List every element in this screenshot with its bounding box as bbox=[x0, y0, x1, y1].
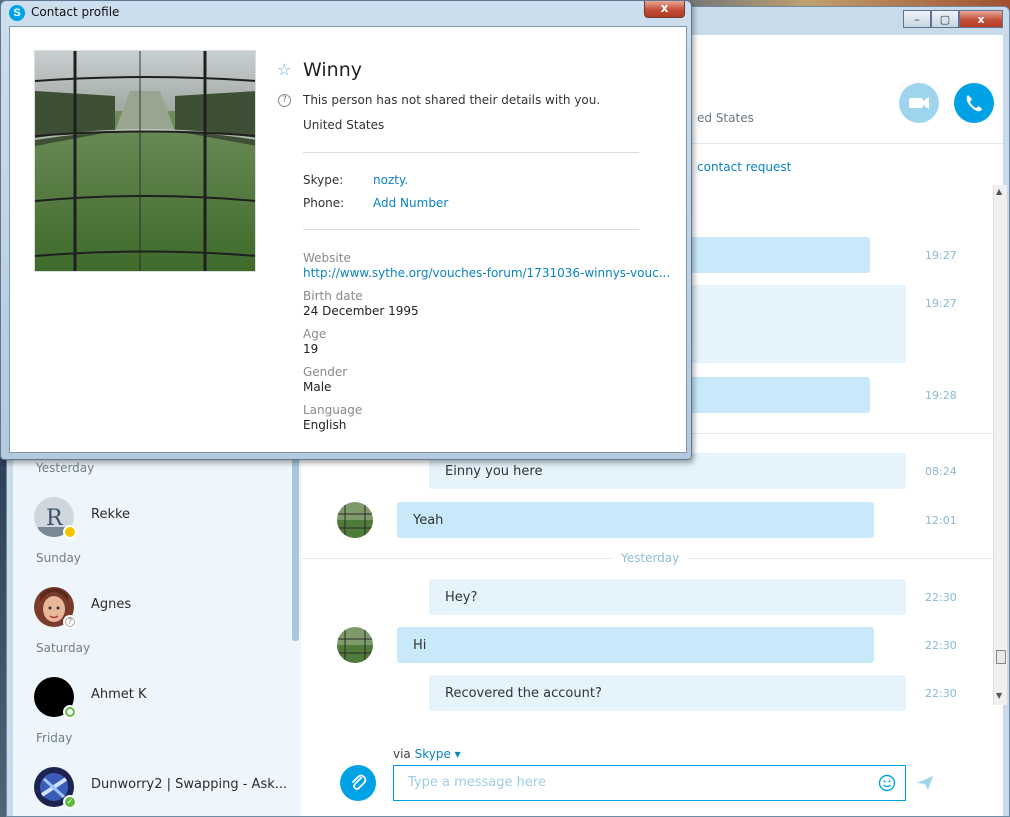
help-circle-icon: ? bbox=[278, 94, 291, 107]
maximize-button[interactable]: ▢ bbox=[931, 10, 959, 28]
attach-file-button[interactable] bbox=[340, 765, 376, 801]
message-input[interactable] bbox=[408, 775, 848, 790]
phone-label: Phone: bbox=[303, 196, 345, 210]
website-link[interactable]: http://www.sythe.org/vouches-forum/17310… bbox=[303, 266, 670, 280]
window-controls: – ▢ x bbox=[903, 10, 1003, 28]
age-label: Age bbox=[303, 327, 327, 341]
window-title: Contact profile bbox=[31, 5, 120, 19]
status-away-icon bbox=[63, 525, 77, 539]
message-bubble: Hey? bbox=[429, 579, 906, 615]
contact-name: Dunworry2 | Swapping - Ask... bbox=[91, 777, 288, 792]
section-label-saturday: Saturday bbox=[36, 641, 91, 655]
message-bubble: Yeah bbox=[397, 502, 874, 538]
message-input-box[interactable] bbox=[393, 765, 906, 801]
contact-request-link[interactable]: contact request bbox=[697, 160, 791, 174]
emoji-icon[interactable] bbox=[878, 774, 896, 792]
send-icon[interactable] bbox=[915, 773, 935, 793]
scroll-thumb[interactable] bbox=[996, 650, 1006, 664]
profile-photo[interactable] bbox=[34, 50, 256, 272]
minimize-button[interactable]: – bbox=[903, 10, 931, 28]
sender-avatar bbox=[337, 502, 373, 538]
contact-item-dunworry2[interactable]: ✓ Dunworry2 | Swapping - Ask... bbox=[13, 763, 291, 809]
message-time: 22:30 bbox=[925, 639, 957, 652]
contact-name: Rekke bbox=[91, 507, 131, 522]
status-unknown-icon: ? bbox=[63, 615, 77, 629]
birth-date-value: 24 December 1995 bbox=[303, 304, 419, 318]
contact-item-rekke[interactable]: R Rekke bbox=[13, 493, 291, 539]
contact-name: Ahmet K bbox=[91, 687, 147, 702]
website-label: Website bbox=[303, 251, 351, 265]
skype-icon: S bbox=[9, 5, 25, 21]
language-label: Language bbox=[303, 403, 363, 417]
paperclip-icon bbox=[352, 774, 367, 790]
section-label-yesterday: Yesterday bbox=[36, 461, 95, 475]
header-location: ed States bbox=[697, 111, 754, 125]
contact-item-agnes[interactable]: ? Agnes bbox=[13, 583, 291, 629]
day-separator-label: Yesterday bbox=[613, 551, 688, 565]
skype-label: Skype: bbox=[303, 173, 344, 187]
message-time: 12:01 bbox=[925, 514, 957, 527]
audio-call-button[interactable] bbox=[954, 83, 994, 123]
scroll-up-icon[interactable]: ▲ bbox=[996, 187, 1002, 196]
message-time: 19:28 bbox=[925, 389, 957, 402]
contact-profile-window: S Contact profile x ☆ Winny ? This perso… bbox=[0, 0, 692, 460]
sender-avatar bbox=[337, 627, 373, 663]
send-via-selector[interactable]: via Skype ▾ bbox=[393, 747, 461, 761]
message-bubble: Recovered the account? bbox=[429, 675, 906, 711]
divider bbox=[303, 229, 639, 230]
message-time: 08:24 bbox=[925, 465, 957, 478]
message-time: 19:27 bbox=[925, 297, 957, 310]
message-scrollbar[interactable]: ▲ ▼ bbox=[993, 185, 1007, 705]
divider bbox=[303, 152, 639, 153]
add-number-link[interactable]: Add Number bbox=[373, 196, 448, 210]
section-label-friday: Friday bbox=[36, 731, 73, 745]
skype-username[interactable]: nozty. bbox=[373, 173, 408, 187]
message-time: 22:30 bbox=[925, 687, 957, 700]
message-time: 19:27 bbox=[925, 249, 957, 262]
favorite-star-icon[interactable]: ☆ bbox=[277, 60, 291, 79]
status-online-icon bbox=[63, 705, 77, 719]
profile-name: Winny bbox=[303, 59, 362, 81]
contact-name: Agnes bbox=[91, 597, 132, 612]
close-button[interactable]: x bbox=[959, 10, 1003, 28]
birth-date-label: Birth date bbox=[303, 289, 363, 303]
message-time: 22:30 bbox=[925, 591, 957, 604]
phone-icon bbox=[966, 95, 982, 112]
video-call-button[interactable] bbox=[899, 83, 939, 123]
profile-content: ☆ Winny ? This person has not shared the… bbox=[9, 26, 687, 453]
status-online-check-icon: ✓ bbox=[63, 795, 77, 809]
video-camera-icon bbox=[909, 97, 929, 109]
gender-label: Gender bbox=[303, 365, 348, 379]
language-value: English bbox=[303, 418, 347, 432]
close-profile-button[interactable]: x bbox=[644, 1, 685, 18]
section-label-sunday: Sunday bbox=[36, 551, 81, 565]
profile-location: United States bbox=[303, 118, 385, 132]
message-bubble: Hi bbox=[397, 627, 874, 663]
scroll-down-icon[interactable]: ▼ bbox=[996, 691, 1002, 700]
age-value: 19 bbox=[303, 342, 319, 356]
privacy-note: This person has not shared their details… bbox=[303, 93, 601, 107]
gender-value: Male bbox=[303, 380, 332, 394]
contact-item-ahmet[interactable]: Ahmet K bbox=[13, 673, 291, 719]
